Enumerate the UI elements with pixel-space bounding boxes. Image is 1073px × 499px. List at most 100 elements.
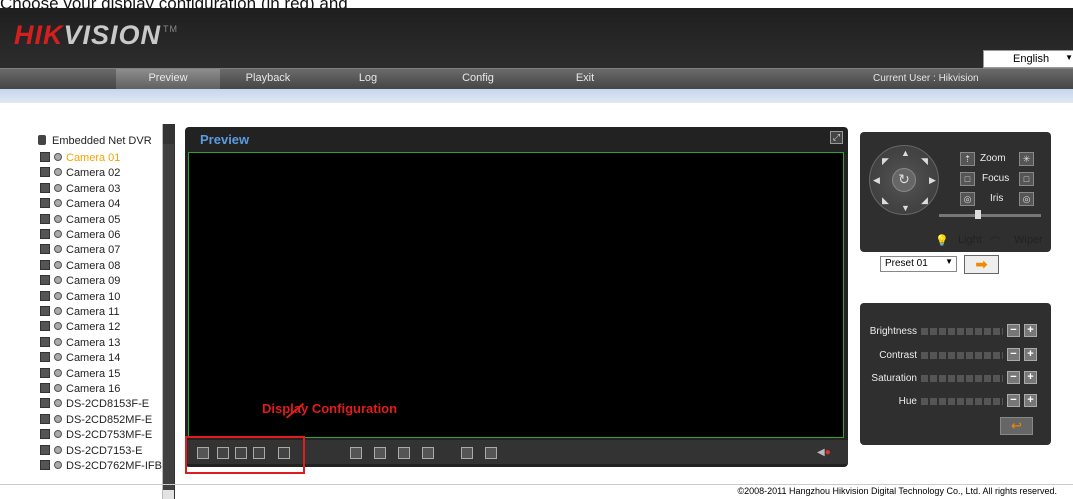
prev-page-icon[interactable]: [461, 447, 473, 459]
expand-icon[interactable]: [40, 152, 50, 162]
expand-icon[interactable]: [40, 429, 50, 440]
expand-icon[interactable]: [40, 336, 50, 347]
tree-camera-item[interactable]: Camera 03: [40, 182, 120, 198]
focus-far-icon[interactable]: □: [1019, 172, 1034, 186]
tree-camera-item[interactable]: Camera 16: [40, 383, 120, 398]
tree-camera-item[interactable]: Camera 15: [40, 367, 120, 383]
ptz-down-icon[interactable]: ▼: [901, 204, 910, 213]
contrast-plus-button[interactable]: +: [1024, 348, 1037, 361]
ptz-upleft-icon[interactable]: ◤: [882, 157, 889, 166]
tree-camera-item[interactable]: DS-2CD762MF-IFB: [40, 460, 162, 475]
hue-label: Hue: [898, 396, 917, 407]
expand-icon[interactable]: [40, 229, 50, 239]
tree-camera-item[interactable]: DS-2CD753MF-E: [40, 429, 152, 444]
slider-knob[interactable]: [975, 210, 981, 219]
tree-camera-item[interactable]: Camera 10: [40, 290, 120, 306]
video-window[interactable]: [188, 152, 844, 438]
wiper-icon[interactable]: ⌒: [990, 234, 1001, 250]
contrast-minus-button[interactable]: −: [1007, 348, 1020, 361]
expand-icon[interactable]: [40, 383, 50, 393]
expand-icon[interactable]: [40, 321, 50, 332]
expand-icon[interactable]: [40, 198, 50, 209]
ptz-downright-icon[interactable]: ◢: [921, 196, 928, 205]
tree-camera-item[interactable]: Camera 02: [40, 167, 120, 182]
scroll-up-button[interactable]: [163, 124, 174, 144]
expand-icon[interactable]: [40, 444, 50, 455]
expand-icon[interactable]: [40, 352, 50, 363]
ptz-up-icon[interactable]: ▲: [901, 149, 910, 158]
ptz-right-icon[interactable]: ▶: [929, 176, 936, 185]
tree-camera-item[interactable]: Camera 09: [40, 275, 120, 290]
expand-icon[interactable]: [40, 460, 50, 470]
zoom-label: Zoom: [980, 153, 1006, 164]
reset-image-button[interactable]: ↩: [1000, 417, 1033, 435]
tree-camera-item[interactable]: Camera 12: [40, 321, 120, 336]
light-icon[interactable]: 💡: [935, 234, 949, 247]
tree-camera-item[interactable]: Camera 13: [40, 336, 120, 352]
nav-preview[interactable]: Preview: [128, 72, 208, 84]
zoom-in-icon[interactable]: ⇡: [960, 152, 975, 166]
light-label: Light: [958, 234, 982, 246]
nav-playback[interactable]: Playback: [228, 72, 308, 84]
expand-icon[interactable]: [40, 213, 50, 224]
expand-icon[interactable]: [40, 306, 50, 316]
tree-root[interactable]: Embedded Net DVR: [38, 135, 152, 147]
expand-icon[interactable]: [40, 290, 50, 301]
brightness-minus-button[interactable]: −: [1007, 324, 1020, 337]
tree-camera-item[interactable]: Camera 07: [40, 244, 120, 259]
next-page-icon[interactable]: [485, 447, 497, 459]
saturation-plus-button[interactable]: +: [1024, 371, 1037, 384]
tree-camera-item[interactable]: DS-2CD8153F-E: [40, 398, 149, 413]
tree-camera-item[interactable]: DS-2CD852MF-E: [40, 413, 152, 429]
focus-near-icon[interactable]: □: [960, 172, 975, 186]
expand-icon[interactable]: [40, 413, 50, 424]
tree-camera-item[interactable]: Camera 14: [40, 352, 120, 367]
expand-icon[interactable]: [40, 398, 50, 409]
stop-all-icon[interactable]: [350, 447, 362, 459]
language-select[interactable]: English ▼: [983, 50, 1073, 68]
record-icon[interactable]: [398, 447, 410, 459]
zoom-out-icon[interactable]: ✳: [1019, 152, 1034, 166]
brightness-label: Brightness: [869, 326, 917, 337]
expand-icon[interactable]: [40, 259, 50, 270]
expand-icon[interactable]: [40, 182, 50, 193]
iris-close-icon[interactable]: ◎: [960, 192, 975, 206]
record-all-icon[interactable]: [422, 447, 434, 459]
camera-icon: [54, 199, 62, 208]
ptz-auto-icon[interactable]: ↻: [892, 168, 916, 192]
nav-exit[interactable]: Exit: [545, 72, 625, 84]
nav-log[interactable]: Log: [328, 72, 408, 84]
tree-camera-item[interactable]: Camera 08: [40, 259, 120, 275]
tree-scrollbar[interactable]: [162, 124, 174, 499]
tree-camera-item[interactable]: Camera 01: [40, 152, 120, 167]
tree-camera-item[interactable]: Camera 06: [40, 229, 120, 244]
preset-select[interactable]: Preset 01 ▼: [880, 256, 957, 272]
volume-icon[interactable]: ◀●: [817, 447, 831, 458]
expand-icon[interactable]: [40, 244, 50, 255]
tree-camera-item[interactable]: Camera 04: [40, 198, 120, 213]
expand-icon[interactable]: [40, 367, 50, 378]
ptz-direction-pad[interactable]: ▲ ▼ ◀ ▶ ◤ ◥ ◣ ◢ ↻: [869, 145, 939, 215]
tree-camera-item[interactable]: Camera 11: [40, 306, 120, 321]
fullscreen-icon[interactable]: ⤢: [830, 131, 843, 144]
tree-camera-item[interactable]: DS-2CD7153-E: [40, 444, 142, 460]
scroll-thumb[interactable]: [163, 144, 174, 490]
ptz-left-icon[interactable]: ◀: [873, 176, 880, 185]
ptz-speed-slider[interactable]: [939, 210, 1041, 219]
camera-label: Camera 05: [66, 213, 121, 226]
tree-camera-item[interactable]: Camera 05: [40, 213, 121, 229]
ptz-downleft-icon[interactable]: ◣: [882, 196, 889, 205]
camera-tree: Embedded Net DVR Camera 01 Camera 02 Camer…: [24, 124, 175, 499]
wiper-label: Wiper: [1014, 234, 1043, 246]
preset-go-button[interactable]: ➡: [964, 255, 999, 274]
saturation-minus-button[interactable]: −: [1007, 371, 1020, 384]
ptz-upright-icon[interactable]: ◥: [921, 157, 928, 166]
expand-icon[interactable]: [40, 167, 50, 178]
nav-config[interactable]: Config: [438, 72, 518, 84]
brightness-plus-button[interactable]: +: [1024, 324, 1037, 337]
expand-icon[interactable]: [40, 275, 50, 286]
iris-open-icon[interactable]: ◎: [1019, 192, 1034, 206]
capture-icon[interactable]: [374, 447, 386, 459]
hue-minus-button[interactable]: −: [1007, 394, 1020, 407]
hue-plus-button[interactable]: +: [1024, 394, 1037, 407]
